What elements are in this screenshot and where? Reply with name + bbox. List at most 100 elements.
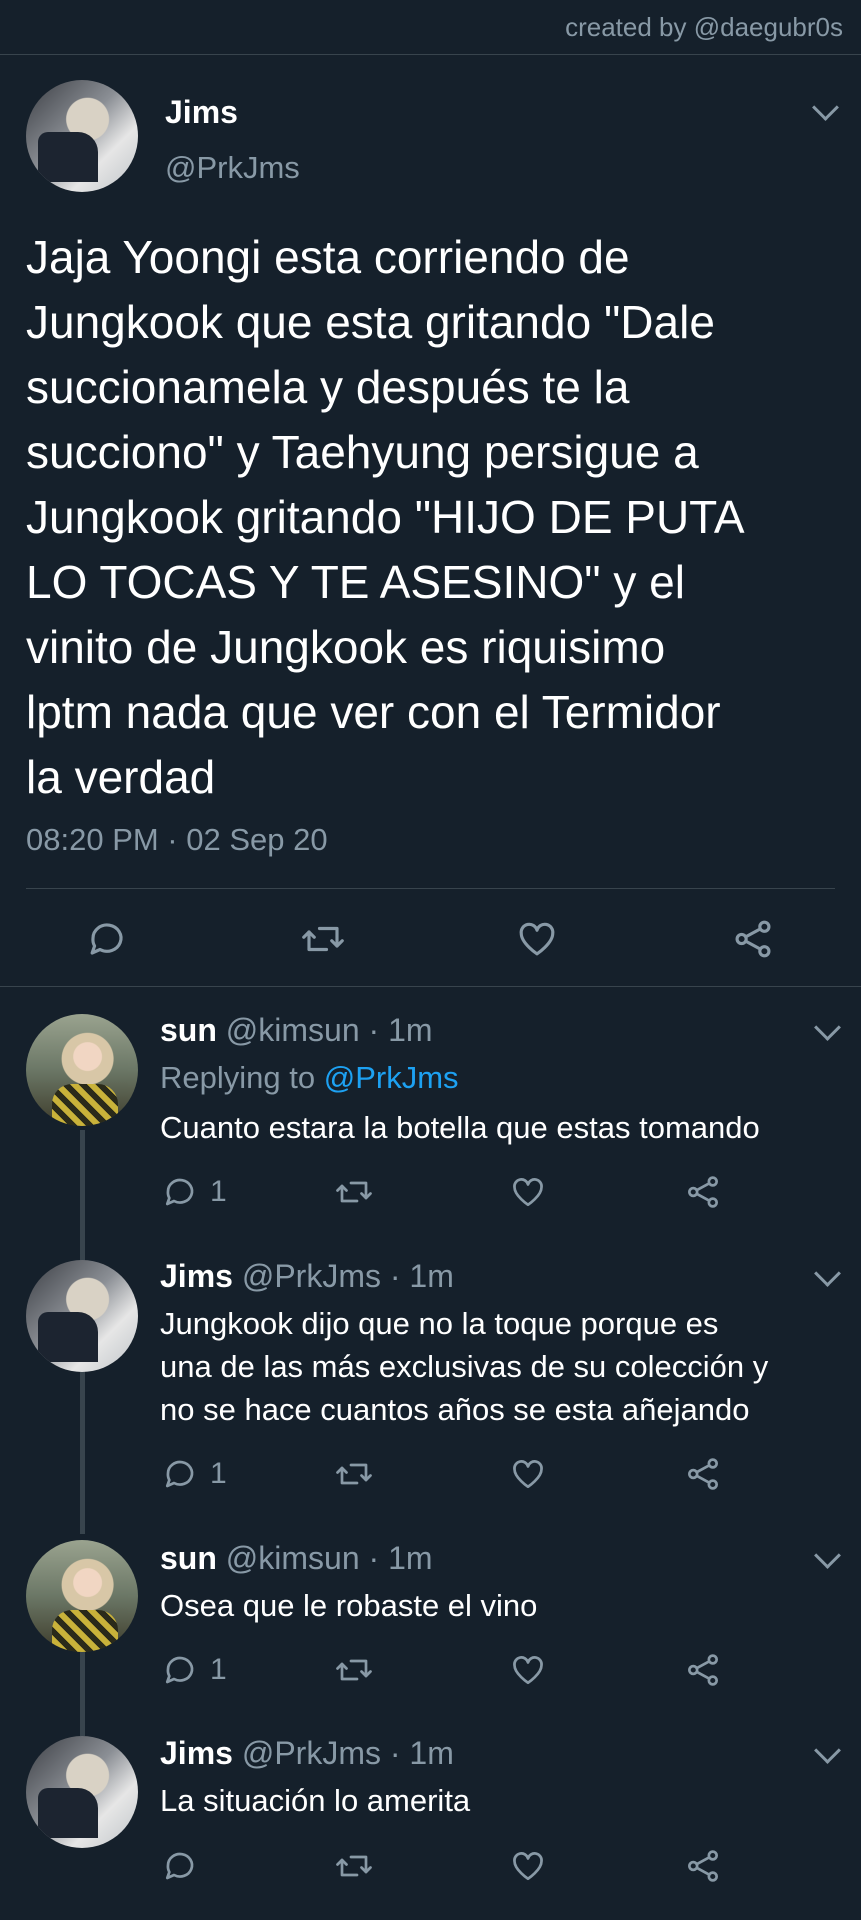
author-handle[interactable]: @kimsun <box>226 1540 360 1576</box>
comment-icon <box>165 1656 194 1684</box>
author-handle[interactable]: @PrkJms <box>242 1735 381 1771</box>
reply-button[interactable]: 1 <box>162 1652 227 1688</box>
reply-header: sun @kimsun · 1m <box>160 1540 433 1577</box>
avatar[interactable] <box>26 80 138 192</box>
reply-text-line: no se hace cuantos años se esta añejando <box>160 1392 750 1427</box>
reply-text-line: Osea que le robaste el vino <box>160 1588 538 1623</box>
like-button[interactable] <box>510 1652 546 1688</box>
author-name[interactable]: sun <box>160 1012 217 1048</box>
avatar[interactable] <box>26 1736 138 1848</box>
share-icon <box>688 1176 718 1208</box>
reply-button[interactable]: 1 <box>162 1174 227 1210</box>
section-divider <box>0 986 861 987</box>
reply-time: · 1m <box>389 1258 454 1294</box>
share-button[interactable] <box>685 1174 721 1210</box>
tweet-timestamp[interactable]: 08:20 PM · 02 Sep 20 <box>26 822 328 858</box>
tweet-text-line: succiono" y Taehyung persigue a <box>26 426 699 478</box>
reply-text-line: La situación lo amerita <box>160 1783 471 1818</box>
avatar[interactable] <box>26 1014 138 1126</box>
retweet-button[interactable] <box>334 1456 374 1492</box>
replying-to: Replying to @PrkJms <box>160 1060 459 1096</box>
retweet-button[interactable] <box>334 1174 374 1210</box>
share-button[interactable] <box>685 1848 721 1884</box>
comment-icon <box>165 1852 194 1880</box>
comment-icon <box>165 1178 194 1206</box>
retweet-icon <box>336 1855 372 1877</box>
tweet-text-line: Jungkook que esta gritando "Dale <box>26 296 715 348</box>
retweet-button[interactable] <box>300 918 346 960</box>
reply-text: Osea que le robaste el vino <box>160 1584 840 1627</box>
heart-icon <box>519 922 555 956</box>
like-button[interactable] <box>510 1456 546 1492</box>
chevron-down-icon[interactable] <box>814 1014 841 1041</box>
tweet-text-line: vinito de Jungkook es riquisimo <box>26 621 666 673</box>
heart-icon <box>513 1852 543 1881</box>
share-button[interactable] <box>732 918 774 960</box>
reply-button[interactable] <box>162 1848 210 1884</box>
tweet-text-line: succionamela y después te la <box>26 361 630 413</box>
author-handle[interactable]: @PrkJms <box>242 1258 381 1294</box>
comment-icon <box>165 1460 194 1488</box>
reply-count: 1 <box>210 1457 227 1490</box>
reply-button[interactable]: 1 <box>162 1456 227 1492</box>
chevron-down-icon[interactable] <box>814 1737 841 1764</box>
reply-time: · 1m <box>389 1735 454 1771</box>
like-button[interactable] <box>510 1174 546 1210</box>
reply-header: sun @kimsun · 1m <box>160 1012 433 1049</box>
avatar[interactable] <box>26 1540 138 1652</box>
heart-icon <box>513 1178 543 1207</box>
reply-button[interactable] <box>86 918 128 960</box>
heart-icon <box>513 1460 543 1489</box>
chevron-down-icon[interactable] <box>814 1260 841 1287</box>
reply-text-line: Cuanto estara la botella que estas toman… <box>160 1110 760 1145</box>
like-button[interactable] <box>516 918 558 960</box>
retweet-button[interactable] <box>334 1848 374 1884</box>
retweet-button[interactable] <box>334 1652 374 1688</box>
share-icon <box>688 1458 718 1490</box>
author-name[interactable]: Jims <box>160 1258 233 1294</box>
avatar[interactable] <box>26 1260 138 1372</box>
reply-header: Jims @PrkJms · 1m <box>160 1735 454 1772</box>
chevron-down-icon[interactable] <box>812 94 839 121</box>
author-handle[interactable]: @kimsun <box>226 1012 360 1048</box>
tweet-text-line: Jaja Yoongi esta corriendo de <box>26 231 630 283</box>
author-handle[interactable]: @PrkJms <box>165 150 300 186</box>
share-icon <box>735 920 771 958</box>
share-button[interactable] <box>685 1652 721 1688</box>
tweet-text-line: LO TOCAS Y TE ASESINO" y el <box>26 556 685 608</box>
header-divider <box>0 54 861 55</box>
reply-text-line: Jungkook dijo que no la toque porque es <box>160 1306 719 1341</box>
thread-line <box>80 1652 85 1736</box>
reply-count: 1 <box>210 1175 227 1208</box>
author-name[interactable]: Jims <box>160 1735 233 1771</box>
divider <box>26 888 835 889</box>
reply-time: · 1m <box>368 1540 433 1576</box>
comment-icon <box>90 923 123 955</box>
author-name[interactable]: sun <box>160 1540 217 1576</box>
like-button[interactable] <box>510 1848 546 1884</box>
retweet-icon <box>336 1181 372 1203</box>
tweet-text-line: lptm nada que ver con el Termidor <box>26 686 721 738</box>
reply-time: · 1m <box>368 1012 433 1048</box>
author-name[interactable]: Jims <box>165 94 238 131</box>
tweet-text: Jaja Yoongi esta corriendo de Jungkook q… <box>26 225 826 810</box>
share-icon <box>688 1850 718 1882</box>
replying-prefix: Replying to <box>160 1060 316 1095</box>
mention-link[interactable]: @PrkJms <box>324 1060 459 1095</box>
heart-icon <box>513 1656 543 1685</box>
reply-text: Jungkook dijo que no la toque porque es … <box>160 1302 840 1431</box>
share-button[interactable] <box>685 1456 721 1492</box>
tweet-text-line: Jungkook gritando "HIJO DE PUTA <box>26 491 745 543</box>
reply-header: Jims @PrkJms · 1m <box>160 1258 454 1295</box>
watermark-credit: created by @daegubr0s <box>565 12 843 42</box>
share-icon <box>688 1654 718 1686</box>
chevron-down-icon[interactable] <box>814 1542 841 1569</box>
retweet-icon <box>336 1659 372 1681</box>
tweet-text-line: la verdad <box>26 751 216 803</box>
retweet-icon <box>302 926 344 952</box>
reply-text: La situación lo amerita <box>160 1779 840 1822</box>
reply-text-line: una de las más exclusivas de su colecció… <box>160 1349 769 1384</box>
reply-text: Cuanto estara la botella que estas toman… <box>160 1106 840 1149</box>
retweet-icon <box>336 1463 372 1485</box>
reply-count: 1 <box>210 1653 227 1686</box>
